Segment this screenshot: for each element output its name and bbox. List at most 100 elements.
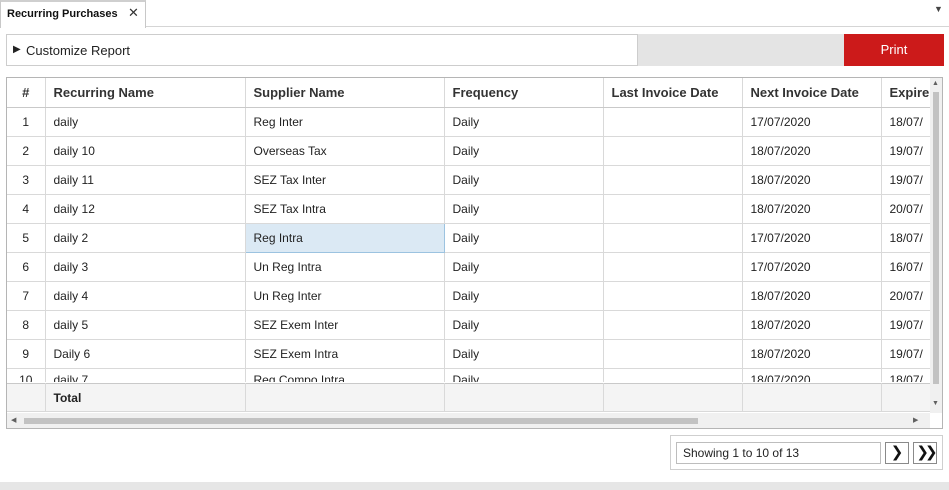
table-row[interactable]: 5 daily 2 Reg Intra Daily 17/07/2020 18/07/	[7, 222, 930, 253]
tab-title: Recurring Purchases	[7, 8, 118, 20]
cell-next-invoice-date[interactable]: 18/07/2020	[742, 310, 882, 340]
table-row[interactable]: 1 daily Reg Inter Daily 17/07/2020 18/07/	[7, 107, 930, 137]
cell-recurring-name[interactable]: daily 11	[45, 165, 246, 195]
horizontal-scroll-thumb[interactable]	[24, 418, 698, 424]
column-header-recurring-name[interactable]: Recurring Name	[45, 78, 246, 108]
scroll-down-icon[interactable]: ▼	[932, 400, 939, 407]
cell-recurring-name[interactable]: daily 5	[45, 310, 246, 340]
cell-number[interactable]: 9	[7, 339, 46, 369]
last-page-button[interactable]: ❯❯	[913, 442, 938, 464]
total-cell-number	[7, 383, 46, 412]
cell-number[interactable]: 4	[7, 194, 46, 224]
vertical-scroll-thumb[interactable]	[933, 92, 939, 384]
cell-frequency[interactable]: Daily	[444, 223, 604, 253]
cell-frequency[interactable]: Daily	[444, 281, 604, 311]
vertical-scrollbar[interactable]: ▲ ▼	[930, 78, 942, 413]
recurring-purchases-grid: # Recurring Name Supplier Name Frequency…	[6, 77, 943, 429]
cell-recurring-name[interactable]: daily	[45, 107, 246, 137]
scroll-left-icon[interactable]: ◀	[11, 416, 16, 424]
bottom-band	[0, 482, 949, 490]
print-button[interactable]: Print	[844, 34, 944, 66]
cell-number[interactable]: 2	[7, 136, 46, 166]
cell-expire[interactable]: 19/07/	[881, 339, 930, 369]
cell-frequency[interactable]: Daily	[444, 107, 604, 137]
tab-recurring-purchases[interactable]: Recurring Purchases ✕	[0, 0, 146, 28]
cell-next-invoice-date[interactable]: 17/07/2020	[742, 252, 882, 282]
cell-next-invoice-date[interactable]: 17/07/2020	[742, 223, 882, 253]
cell-frequency[interactable]: Daily	[444, 194, 604, 224]
column-header-number[interactable]: #	[7, 78, 46, 108]
column-header-last-invoice-date[interactable]: Last Invoice Date	[603, 78, 743, 108]
cell-last-invoice-date[interactable]	[603, 136, 743, 166]
cell-frequency[interactable]: Daily	[444, 339, 604, 369]
cell-last-invoice-date[interactable]	[603, 281, 743, 311]
cell-expire[interactable]: 20/07/	[881, 194, 930, 224]
table-row[interactable]: 7 daily 4 Un Reg Inter Daily 18/07/2020 20/07…	[7, 281, 930, 311]
cell-supplier-name[interactable]: Overseas Tax	[245, 136, 445, 166]
cell-supplier-name[interactable]: SEZ Tax Intra	[245, 194, 445, 224]
customize-report-toggle[interactable]: ▶ Customize Report	[6, 34, 638, 66]
cell-last-invoice-date[interactable]	[603, 223, 743, 253]
table-row[interactable]: 2 daily 10 Overseas Tax Daily 18/07/2020 19/0…	[7, 136, 930, 166]
cell-frequency[interactable]: Daily	[444, 310, 604, 340]
cell-expire[interactable]: 19/07/	[881, 165, 930, 195]
scroll-up-icon[interactable]: ▲	[932, 80, 939, 87]
cell-recurring-name[interactable]: daily 3	[45, 252, 246, 282]
cell-number[interactable]: 1	[7, 107, 46, 137]
chevron-down-icon[interactable]: ▼	[934, 4, 943, 14]
cell-expire[interactable]: 20/07/	[881, 281, 930, 311]
cell-next-invoice-date[interactable]: 18/07/2020	[742, 339, 882, 369]
horizontal-scrollbar[interactable]: ◀ ▶	[7, 413, 930, 428]
cell-next-invoice-date[interactable]: 17/07/2020	[742, 107, 882, 137]
cell-recurring-name[interactable]: daily 10	[45, 136, 246, 166]
cell-number[interactable]: 8	[7, 310, 46, 340]
cell-frequency[interactable]: Daily	[444, 165, 604, 195]
cell-recurring-name[interactable]: Daily 6	[45, 339, 246, 369]
cell-last-invoice-date[interactable]	[603, 165, 743, 195]
cell-supplier-name[interactable]: Reg Intra	[244, 222, 445, 253]
cell-last-invoice-date[interactable]	[603, 107, 743, 137]
cell-recurring-name[interactable]: daily 4	[45, 281, 246, 311]
cell-supplier-name[interactable]: Un Reg Intra	[245, 252, 445, 282]
cell-recurring-name[interactable]: daily 12	[45, 194, 246, 224]
cell-supplier-name[interactable]: Un Reg Inter	[245, 281, 445, 311]
column-header-expire[interactable]: Expire	[881, 78, 930, 108]
cell-number[interactable]: 5	[7, 223, 46, 253]
cell-number[interactable]: 7	[7, 281, 46, 311]
table-row[interactable]: 9 Daily 6 SEZ Exem Intra Daily 18/07/2020 19/…	[7, 339, 930, 369]
cell-last-invoice-date[interactable]	[603, 339, 743, 369]
table-row[interactable]: 3 daily 11 SEZ Tax Inter Daily 18/07/2020 19/…	[7, 165, 930, 195]
cell-number[interactable]: 3	[7, 165, 46, 195]
table-row[interactable]: 8 daily 5 SEZ Exem Inter Daily 18/07/2020 19/…	[7, 310, 930, 340]
cell-expire[interactable]: 16/07/	[881, 252, 930, 282]
table-row[interactable]: 6 daily 3 Un Reg Intra Daily 17/07/2020 16/07…	[7, 252, 930, 282]
cell-last-invoice-date[interactable]	[603, 194, 743, 224]
cell-next-invoice-date[interactable]: 18/07/2020	[742, 281, 882, 311]
column-header-supplier-name[interactable]: Supplier Name	[245, 78, 445, 108]
partial-row-table: 10 daily 7 Reg Compo Intra Daily 18/07/2…	[7, 368, 930, 382]
scroll-right-icon[interactable]: ▶	[913, 416, 918, 424]
cell-next-invoice-date[interactable]: 18/07/2020	[742, 136, 882, 166]
cell-expire[interactable]: 19/07/	[881, 310, 930, 340]
cell-number[interactable]: 6	[7, 252, 46, 282]
cell-frequency[interactable]: Daily	[444, 136, 604, 166]
cell-last-invoice-date[interactable]	[603, 310, 743, 340]
column-header-frequency[interactable]: Frequency	[444, 78, 604, 108]
cell-expire[interactable]: 19/07/	[881, 136, 930, 166]
cell-next-invoice-date[interactable]: 18/07/2020	[742, 194, 882, 224]
cell-last-invoice-date[interactable]	[603, 252, 743, 282]
close-icon[interactable]: ✕	[128, 6, 139, 20]
column-header-next-invoice-date[interactable]: Next Invoice Date	[742, 78, 882, 108]
cell-supplier-name[interactable]: SEZ Exem Inter	[245, 310, 445, 340]
cell-supplier-name[interactable]: SEZ Exem Intra	[245, 339, 445, 369]
next-page-button[interactable]: ❯	[885, 442, 909, 464]
table-row[interactable]: 4 daily 12 SEZ Tax Intra Daily 18/07/2020 20/…	[7, 194, 930, 224]
cell-recurring-name[interactable]: daily 2	[45, 223, 246, 253]
cell-expire[interactable]: 18/07/	[881, 107, 930, 137]
cell-supplier-name[interactable]: SEZ Tax Inter	[245, 165, 445, 195]
table-row[interactable]: 10 daily 7 Reg Compo Intra Daily 18/07/2…	[7, 368, 930, 382]
cell-next-invoice-date[interactable]: 18/07/2020	[742, 165, 882, 195]
cell-expire[interactable]: 18/07/	[881, 223, 930, 253]
cell-frequency[interactable]: Daily	[444, 252, 604, 282]
cell-supplier-name[interactable]: Reg Inter	[245, 107, 445, 137]
